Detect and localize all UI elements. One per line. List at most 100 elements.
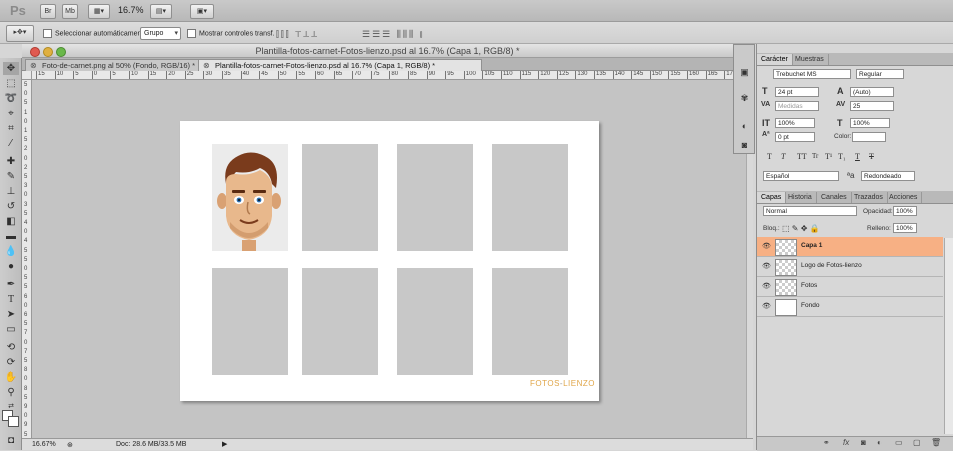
screen-mode-button[interactable]: ▣▾ [190, 4, 214, 19]
clone-source-panel-icon[interactable]: ◙ [738, 140, 751, 151]
shape-tool-icon[interactable]: ▭ [3, 323, 19, 336]
horizontal-scale-field[interactable]: 100% [850, 118, 890, 128]
photo-sheet[interactable]: FOTOS-LIENZO [180, 121, 599, 401]
tab-capas[interactable]: Capas [757, 192, 787, 203]
tab-historia[interactable]: Historia [784, 192, 817, 203]
eye-icon[interactable]: 👁 [762, 262, 771, 270]
eye-icon[interactable]: 👁 [762, 302, 771, 310]
text-color-swatch[interactable] [852, 132, 886, 142]
bridge-button[interactable]: Br [40, 4, 56, 19]
zoom-level[interactable]: 16.7% [118, 5, 144, 15]
font-size-field[interactable]: 24 pt [775, 87, 819, 97]
delete-layer-icon[interactable]: 🗑 [931, 438, 941, 447]
move-tool-icon[interactable]: ✥ [3, 62, 19, 75]
all-caps-icon[interactable]: TT [797, 152, 807, 161]
photo-slot[interactable] [302, 268, 378, 375]
crop-tool-icon[interactable]: ⌗ [3, 122, 19, 135]
photo-slot[interactable] [397, 144, 473, 251]
add-mask-icon[interactable]: ◙ [861, 438, 866, 447]
fill-field[interactable]: 100% [893, 223, 917, 233]
3d-rotate-icon[interactable]: ⟲ [3, 341, 19, 354]
horizontal-ruler[interactable]: 15 10 5 0 5 10 15 20 25 30 35 40 45 50 55 60 65 70 75 80 85 9… [32, 71, 748, 80]
underline-icon[interactable]: T [855, 152, 860, 161]
layer-row[interactable]: 👁 Fondo [757, 297, 943, 317]
tab-acciones[interactable]: Acciones [885, 192, 923, 203]
lasso-tool-icon[interactable]: ➰ [3, 92, 19, 105]
status-zoom[interactable]: 16.67% [32, 439, 56, 450]
tab-caracter[interactable]: Carácter [757, 54, 793, 65]
status-menu-arrow-icon[interactable]: ▶ [222, 439, 227, 450]
adjustment-layer-icon[interactable]: ◐ [877, 438, 882, 447]
marquee-tool-icon[interactable]: ⬚ [3, 77, 19, 90]
faux-italic-icon[interactable]: T [781, 152, 785, 161]
quick-select-tool-icon[interactable]: ⌖ [3, 107, 19, 120]
move-tool-preset-icon[interactable]: ▸✥▾ [6, 25, 34, 42]
subscript-icon[interactable]: T₁ [838, 152, 846, 161]
dodge-tool-icon[interactable]: ● [3, 260, 19, 273]
close-window-icon[interactable] [30, 47, 40, 57]
blur-tool-icon[interactable]: 💧 [3, 245, 19, 258]
layer-style-icon[interactable]: fx [843, 438, 849, 447]
mini-bridge-panel-icon[interactable]: ▣ [738, 67, 751, 78]
history-brush-icon[interactable]: ↺ [3, 200, 19, 213]
font-style-select[interactable]: Regular [856, 69, 904, 79]
antialias-select[interactable]: Redondeado [861, 171, 915, 181]
brush-presets-panel-icon[interactable]: ✾ [738, 93, 751, 104]
lock-icons[interactable]: ⬚ ✎ ✥ 🔒 [782, 224, 820, 233]
language-select[interactable]: Español [763, 171, 839, 181]
align-icons[interactable]: ⫿⫿⫿ ⊤⊥⊥ [276, 29, 319, 40]
photo-slot[interactable] [492, 144, 568, 251]
distribute-icons[interactable]: ☰☰☰ ⫼⫼⫼ ⫾ [362, 29, 425, 40]
new-group-icon[interactable]: ▭ [895, 438, 903, 447]
layer-row[interactable]: 👁 Fotos [757, 277, 943, 297]
kerning-field[interactable]: Medidas [775, 101, 819, 111]
group-select[interactable]: Grupo [140, 27, 181, 40]
healing-brush-icon[interactable]: ✚ [3, 155, 19, 168]
tab-trazados[interactable]: Trazados [850, 192, 888, 203]
photo-slot[interactable] [397, 268, 473, 375]
type-tool-icon[interactable]: T [3, 293, 19, 306]
font-family-select[interactable]: Trebuchet MS [773, 69, 851, 79]
path-select-icon[interactable]: ➤ [3, 308, 19, 321]
new-layer-icon[interactable]: ▢ [913, 438, 921, 447]
quick-mask-icon[interactable]: ◘ [3, 434, 19, 447]
photo-slot[interactable] [212, 268, 288, 375]
tool-presets-panel-icon[interactable]: ◐ [738, 121, 751, 132]
status-info-icon[interactable]: ⊛ [67, 440, 73, 451]
layer-row[interactable]: 👁 Logo de Fotos-lienzo [757, 257, 943, 277]
zoom-tool-icon[interactable]: ⚲ [3, 386, 19, 399]
view-extras-button[interactable]: ▦▾ [88, 4, 110, 19]
eyedropper-tool-icon[interactable]: ⁄ [3, 137, 19, 150]
small-caps-icon[interactable]: Tr [812, 152, 818, 160]
opacity-field[interactable]: 100% [893, 206, 917, 216]
tab-canales[interactable]: Canales [817, 192, 852, 203]
vertical-scale-field[interactable]: 100% [775, 118, 815, 128]
eye-icon[interactable]: 👁 [762, 282, 771, 290]
arrange-documents-button[interactable]: ▤▾ [150, 4, 172, 19]
hand-tool-icon[interactable]: ✋ [3, 371, 19, 384]
clone-stamp-icon[interactable]: ⊥ [3, 185, 19, 198]
photo-slot[interactable] [302, 144, 378, 251]
tab-muestras[interactable]: Muestras [791, 54, 829, 65]
pen-tool-icon[interactable]: ✒ [3, 278, 19, 291]
faux-bold-icon[interactable]: T [767, 152, 772, 161]
strikethrough-icon[interactable]: T [869, 152, 874, 161]
blend-mode-select[interactable]: Normal [763, 206, 857, 216]
show-transform-checkbox[interactable]: Mostrar controles transf. [187, 29, 274, 38]
auto-select-checkbox[interactable]: Seleccionar automáticamente: [43, 29, 149, 38]
mini-bridge-button[interactable]: Mb [62, 4, 78, 19]
minimize-window-icon[interactable] [43, 47, 53, 57]
eye-icon[interactable]: 👁 [762, 242, 771, 250]
eraser-tool-icon[interactable]: ◧ [3, 215, 19, 228]
gradient-tool-icon[interactable]: ▬ [3, 230, 19, 243]
baseline-shift-field[interactable]: 0 pt [775, 132, 815, 142]
superscript-icon[interactable]: T¹ [825, 152, 832, 161]
zoom-window-icon[interactable] [56, 47, 66, 57]
layer-row[interactable]: 👁 Capa 1 [757, 237, 943, 257]
link-layers-icon[interactable]: ⚭ [823, 438, 830, 447]
tracking-field[interactable]: 25 [850, 101, 894, 111]
layers-scrollbar[interactable] [944, 238, 953, 434]
brush-tool-icon[interactable]: ✎ [3, 170, 19, 183]
ruler-origin[interactable] [22, 71, 32, 80]
photo-slot[interactable] [492, 268, 568, 375]
